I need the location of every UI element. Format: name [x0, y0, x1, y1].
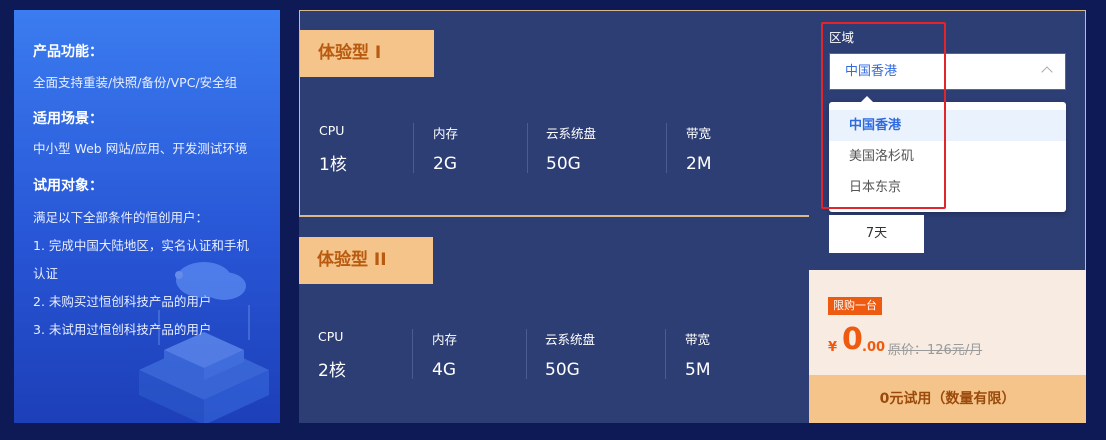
- scenarios-title: 适用场景：: [33, 111, 103, 127]
- audience-line: 认证: [33, 266, 59, 281]
- divider: [665, 329, 666, 379]
- original-price: 原价：126元/月: [888, 343, 983, 358]
- spec-cpu: CPU 1核: [319, 123, 347, 175]
- currency-symbol: ¥: [828, 340, 838, 355]
- spec-value: 4G: [432, 360, 456, 380]
- features-title: 产品功能：: [33, 44, 103, 60]
- divider: [526, 329, 527, 379]
- spec-value: 5M: [685, 360, 711, 380]
- plan-card-1[interactable]: 体验型 I CPU 1核 内存 2G 云系统盘 50G 带宽 2M: [299, 10, 809, 216]
- spec-label: CPU: [319, 123, 345, 138]
- cloud-server-illustration: [139, 262, 269, 423]
- spec-disk: 云系统盘 50G: [546, 123, 596, 175]
- audience-line: 满足以下全部条件的恒创用户：: [33, 210, 209, 225]
- price-decimal: .00: [862, 340, 886, 355]
- spec-value: 2核: [318, 361, 346, 381]
- divider: [666, 123, 667, 173]
- spec-label: 云系统盘: [545, 332, 596, 347]
- spec-label: CPU: [318, 329, 344, 344]
- spec-label: 带宽: [686, 126, 712, 141]
- spec-memory: 内存 2G: [433, 123, 458, 175]
- limit-badge: 限购一台: [828, 297, 882, 315]
- region-select[interactable]: 中国香港: [829, 53, 1066, 90]
- features-text: 全面支持重装/快照/备份/VPC/安全组: [33, 75, 238, 90]
- spec-value: 50G: [545, 360, 580, 380]
- region-label: 区域: [829, 30, 855, 45]
- spec-disk: 云系统盘 50G: [545, 329, 595, 381]
- spec-label: 云系统盘: [546, 126, 597, 141]
- region-selected-value: 中国香港: [845, 64, 898, 79]
- region-option-tokyo[interactable]: 日本东京: [829, 172, 1066, 203]
- spec-label: 带宽: [685, 332, 711, 347]
- scenarios-text: 中小型 Web 网站/应用、开发测试环境: [33, 141, 248, 156]
- spec-memory: 内存 4G: [432, 329, 457, 381]
- region-option-losangeles[interactable]: 美国洛杉矶: [829, 141, 1066, 172]
- duration-option[interactable]: 7天: [829, 215, 924, 253]
- product-info-panel: 产品功能： 全面支持重装/快照/备份/VPC/安全组 适用场景： 中小型 Web…: [14, 10, 280, 423]
- spec-bandwidth: 带宽 2M: [686, 123, 711, 175]
- spec-label: 内存: [432, 332, 458, 347]
- free-trial-button[interactable]: 0元试用（数量有限）: [809, 375, 1086, 423]
- plan-card-2[interactable]: 体验型 II CPU 2核 内存 4G 云系统盘 50G 带宽 5M: [299, 216, 809, 423]
- spec-value: 2M: [686, 154, 712, 174]
- chevron-up-icon: [1041, 66, 1053, 78]
- plan-name: 体验型 II: [299, 237, 433, 284]
- spec-label: 内存: [433, 126, 459, 141]
- divider: [413, 123, 414, 173]
- price-integer: 0: [842, 322, 863, 357]
- spec-value: 50G: [546, 154, 581, 174]
- audience-title: 试用对象：: [33, 178, 103, 194]
- region-option-hongkong[interactable]: 中国香港: [829, 110, 1066, 141]
- divider: [527, 123, 528, 173]
- spec-value: 1核: [319, 155, 347, 175]
- spec-cpu: CPU 2核: [318, 329, 346, 381]
- divider: [412, 329, 413, 379]
- region-dropdown: 中国香港 美国洛杉矶 日本东京: [829, 96, 1066, 212]
- spec-bandwidth: 带宽 5M: [685, 329, 710, 381]
- spec-value: 2G: [433, 154, 457, 174]
- plan-name: 体验型 I: [300, 30, 434, 77]
